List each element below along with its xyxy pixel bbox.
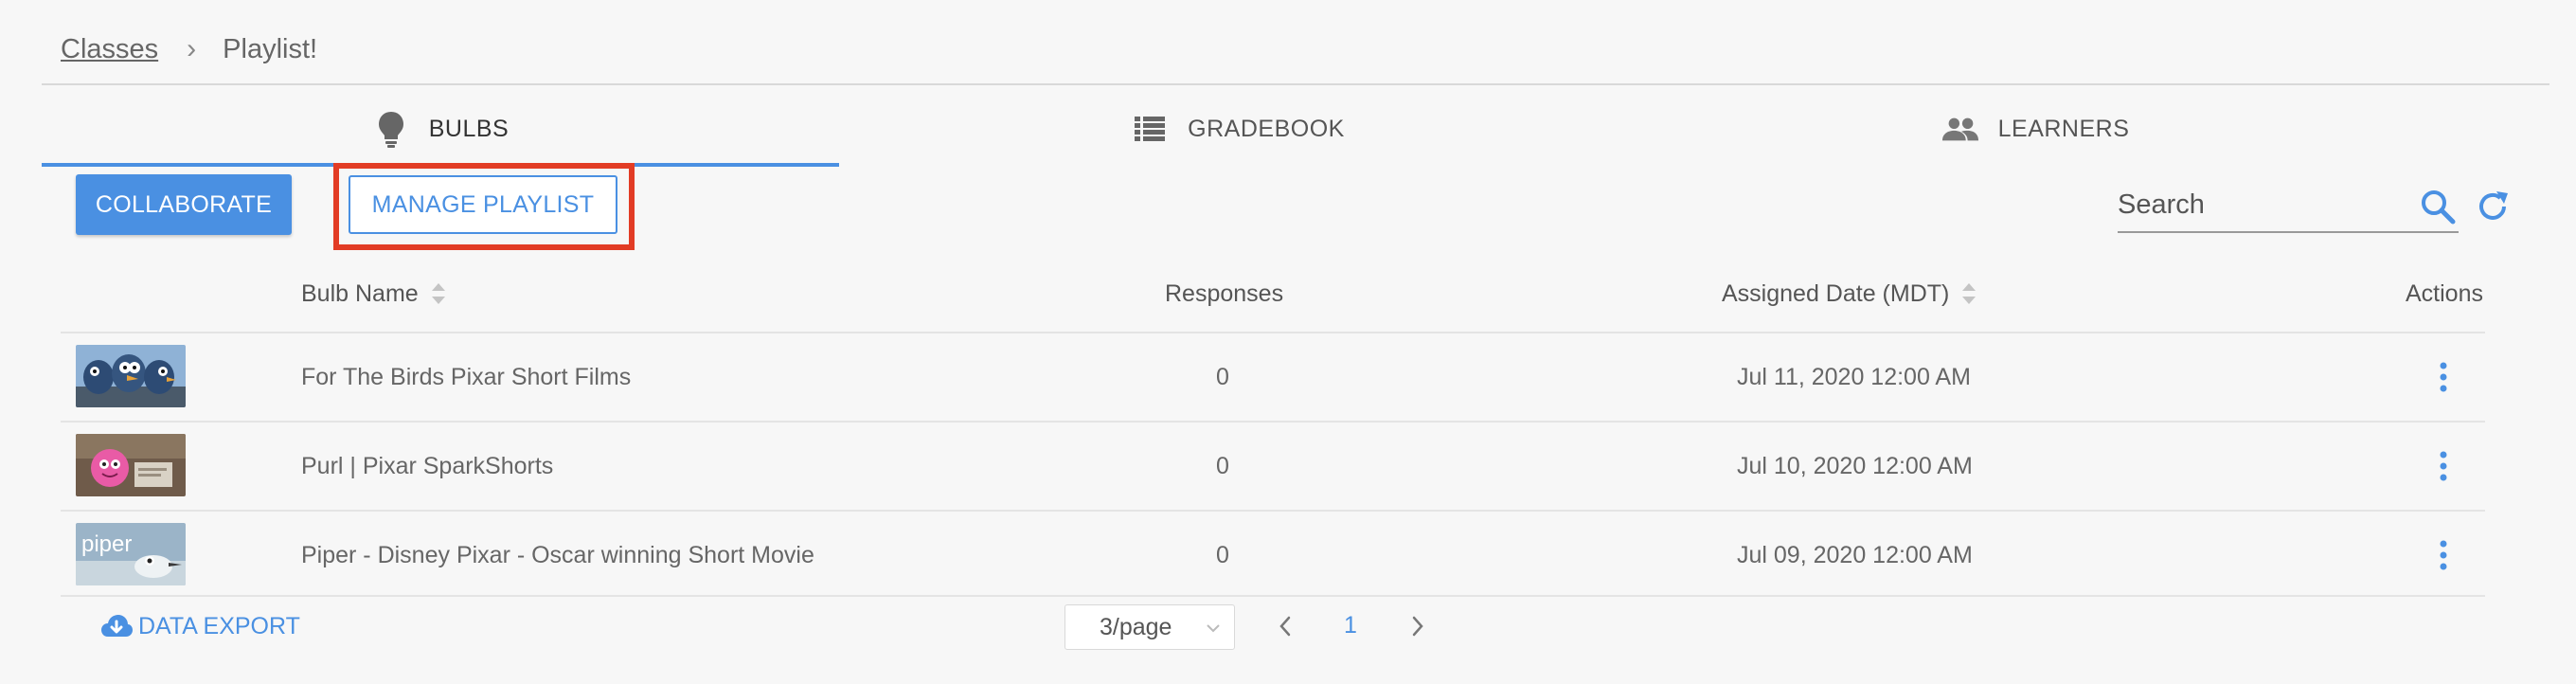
search-input[interactable]: [2118, 180, 2402, 229]
sort-icon[interactable]: [1960, 279, 1977, 308]
search-field: [2118, 180, 2459, 233]
assigned-date: Jul 09, 2020 12:00 AM: [1737, 541, 1973, 568]
tab-gradebook[interactable]: GRADEBOOK: [839, 91, 1637, 167]
tab-bulbs-label: BULBS: [428, 115, 510, 142]
more-actions-icon[interactable]: [2432, 360, 2455, 394]
column-assigned-date[interactable]: Assigned Date (MDT): [1722, 256, 1977, 332]
data-export-button[interactable]: DATA EXPORT: [100, 606, 300, 646]
table-header: Bulb Name Responses Assigned Date (MDT) …: [61, 256, 2485, 332]
refresh-icon[interactable]: [2472, 186, 2513, 227]
people-icon: [1941, 110, 1979, 148]
manage-playlist-button[interactable]: MANAGE PLAYLIST: [349, 175, 617, 234]
assigned-date: Jul 10, 2020 12:00 AM: [1737, 452, 1973, 479]
gradebook-icon: [1131, 110, 1169, 148]
more-actions-icon[interactable]: [2432, 538, 2455, 572]
table-row[interactable]: For The Birds Pixar Short Films 0 Jul 11…: [61, 333, 2485, 421]
column-assigned-date-label: Assigned Date (MDT): [1722, 279, 1950, 307]
page-size-select[interactable]: 3/page: [1064, 604, 1235, 650]
tab-learners-label: LEARNERS: [1997, 115, 2130, 142]
table-row[interactable]: Purl | Pixar SparkShorts 0 Jul 10, 2020 …: [61, 423, 2485, 510]
sort-icon[interactable]: [430, 279, 447, 308]
responses-count: 0: [1216, 452, 1229, 479]
column-bulb-name[interactable]: Bulb Name: [301, 256, 447, 332]
page-number-current[interactable]: 1: [1335, 608, 1366, 642]
chevron-down-icon: [1207, 624, 1220, 633]
column-bulb-name-label: Bulb Name: [301, 279, 419, 307]
tab-bulbs[interactable]: BULBS: [42, 91, 839, 167]
breadcrumb-current: Playlist!: [223, 33, 318, 64]
thumbnail-birds: [76, 345, 186, 407]
bulb-name[interactable]: Purl | Pixar SparkShorts: [301, 423, 553, 510]
tab-bar: BULBS GRADEBOOK LEARNERS: [42, 91, 2549, 167]
thumbnail-piper: piper: [76, 523, 186, 585]
more-actions-icon[interactable]: [2432, 449, 2455, 483]
tab-gradebook-label: GRADEBOOK: [1188, 115, 1345, 142]
tab-learners[interactable]: LEARNERS: [1637, 91, 2434, 167]
thumbnail-piper-text: piper: [81, 531, 132, 557]
column-actions: Actions: [2406, 279, 2483, 307]
responses-count: 0: [1216, 363, 1229, 390]
table-row[interactable]: piper Piper - Disney Pixar - Oscar winni…: [61, 512, 2485, 599]
cloud-download-icon: [100, 612, 133, 640]
bulb-name[interactable]: Piper - Disney Pixar - Oscar winning Sho…: [301, 512, 814, 599]
breadcrumb-separator: ›: [187, 33, 197, 64]
breadcrumb: Classes › Playlist!: [61, 27, 317, 72]
responses-count: 0: [1216, 541, 1229, 568]
page: Classes › Playlist! BULBS GRADEBOOK LEAR…: [0, 0, 2576, 684]
column-responses: Responses: [1165, 279, 1284, 307]
next-page-icon[interactable]: [1407, 612, 1428, 640]
page-size-value: 3/page: [1100, 613, 1172, 640]
header-divider: [42, 83, 2549, 85]
thumbnail-purl: [76, 434, 186, 496]
previous-page-icon[interactable]: [1275, 612, 1296, 640]
breadcrumb-classes-link[interactable]: Classes: [61, 34, 158, 65]
row-divider: [61, 595, 2485, 597]
bulb-name[interactable]: For The Birds Pixar Short Films: [301, 333, 631, 421]
assigned-date: Jul 11, 2020 12:00 AM: [1737, 363, 1971, 390]
search-icon[interactable]: [2417, 186, 2459, 227]
data-export-label: DATA EXPORT: [138, 612, 300, 639]
collaborate-button[interactable]: COLLABORATE: [76, 174, 292, 235]
bulb-icon: [372, 110, 410, 148]
